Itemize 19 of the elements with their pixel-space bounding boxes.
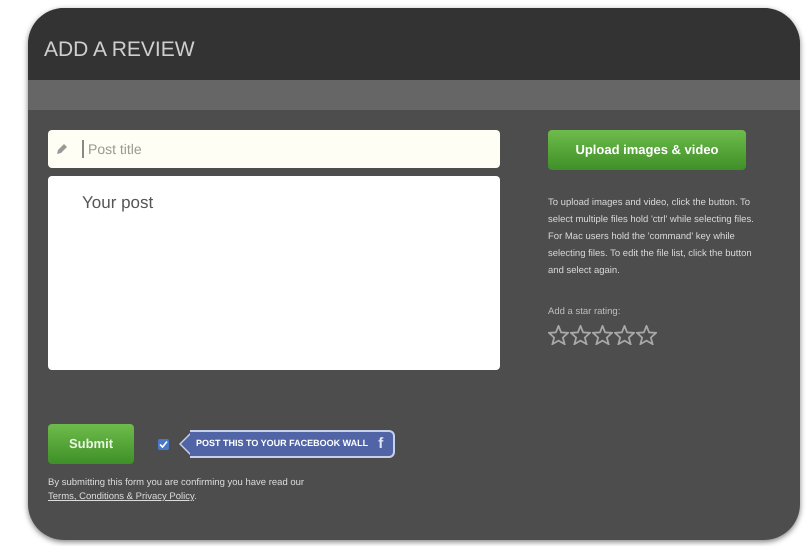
pencil-icon	[56, 143, 68, 155]
star-icon[interactable]	[614, 325, 635, 346]
upload-button[interactable]: Upload images & video	[548, 130, 746, 170]
title-field[interactable]: Post title	[48, 130, 500, 168]
facebook-checkbox[interactable]	[158, 438, 169, 450]
star-icon[interactable]	[636, 325, 657, 346]
rating-label: Add a star rating:	[548, 305, 622, 319]
star-rating[interactable]	[548, 325, 657, 346]
post-field[interactable]: Your post	[48, 176, 500, 370]
star-icon[interactable]	[570, 325, 591, 346]
facebook-share-label: POST THIS TO YOUR FACEBOOK WALL	[196, 437, 368, 450]
star-icon[interactable]	[548, 325, 569, 346]
terms-link[interactable]: Terms, Conditions & Privacy Policy	[48, 491, 194, 502]
upload-help-text: To upload images and video, click the button. To select multiple files hold 'ctrl' while selecting files. For Mac users hold the 'command' key while selecting files. To edit the file list, click the button and select again.	[548, 196, 754, 278]
star-icon[interactable]	[592, 325, 613, 346]
check-icon	[159, 440, 168, 448]
facebook-logo: f	[378, 434, 384, 454]
header-title: ADD A REVIEW	[44, 37, 195, 63]
terms-notice: By submitting this form you are confirming you have read our Terms, Conditions & Privacy Policy.	[47, 476, 306, 504]
